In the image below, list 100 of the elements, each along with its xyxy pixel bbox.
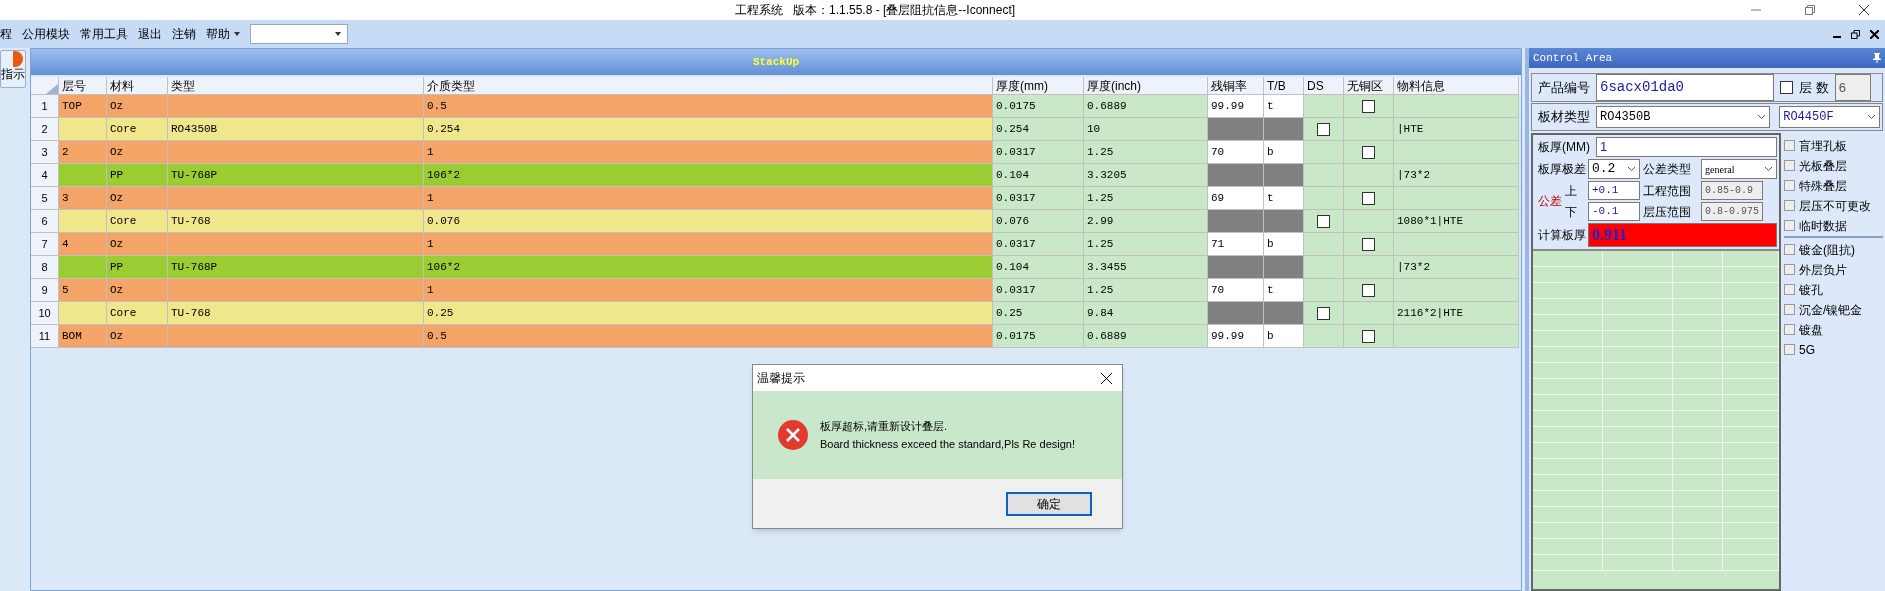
- disabled-cell: [1208, 118, 1264, 141]
- restore-icon[interactable]: [1851, 29, 1860, 39]
- checkbox-label: 外层负片: [1799, 261, 1847, 279]
- close-icon[interactable]: [1870, 29, 1879, 39]
- text-field[interactable]: 1: [1596, 137, 1777, 157]
- checkbox[interactable]: [1780, 81, 1793, 94]
- error-icon: [778, 420, 808, 450]
- row-number: 3: [31, 141, 59, 164]
- checkbox[interactable]: [1784, 264, 1795, 275]
- table-cell: BOM: [59, 325, 107, 348]
- checkbox[interactable]: [1784, 220, 1795, 231]
- menu-item[interactable]: 帮助: [206, 25, 240, 43]
- text-field[interactable]: -0.1: [1588, 202, 1640, 221]
- text-field[interactable]: 0.85-0.9: [1701, 181, 1763, 200]
- table-cell: TU-768P: [168, 164, 424, 187]
- row-number: 1: [31, 95, 59, 118]
- dialog-title: 温馨提示: [757, 370, 805, 387]
- checkbox[interactable]: [1362, 283, 1375, 297]
- checkbox-label: 盲埋孔板: [1799, 137, 1847, 155]
- hint-button[interactable]: 指示: [0, 50, 26, 88]
- text-field[interactable]: 0.8-0.975: [1701, 202, 1763, 221]
- checkbox[interactable]: [1362, 329, 1375, 343]
- checkbox[interactable]: [1317, 306, 1330, 320]
- menu-item[interactable]: 退出: [138, 25, 162, 43]
- table-cell: 0.254: [993, 118, 1084, 141]
- checkbox[interactable]: [1784, 180, 1795, 191]
- checkbox[interactable]: [1784, 304, 1795, 315]
- dropdown[interactable]: RO4450F: [1779, 106, 1880, 128]
- checkbox-label: 临时数据: [1799, 217, 1847, 235]
- menu-item[interactable]: 公用模块: [22, 25, 70, 43]
- table-cell: TU-768: [168, 302, 424, 325]
- field-label: 公差类型: [1643, 161, 1692, 178]
- checkbox[interactable]: [1317, 122, 1330, 136]
- field-label: 板厚极差: [1537, 161, 1585, 178]
- table-cell: 1: [424, 141, 993, 164]
- table-cell: 70: [1208, 279, 1264, 302]
- field-label: 计算板厚: [1537, 227, 1585, 244]
- row-number: 6: [31, 210, 59, 233]
- table-cell: 1.25: [1084, 233, 1208, 256]
- close-icon[interactable]: [1859, 5, 1869, 15]
- table-cell: PP: [107, 164, 168, 187]
- disabled-cell: [1208, 302, 1264, 325]
- field-label: 板厚(MM): [1537, 139, 1591, 156]
- row-number: 8: [31, 256, 59, 279]
- dropdown[interactable]: general: [1701, 159, 1777, 179]
- disabled-cell: [1208, 210, 1264, 233]
- table-cell: [59, 164, 107, 187]
- text-field[interactable]: +0.1: [1588, 181, 1640, 200]
- table-cell: [59, 210, 107, 233]
- table-cell: 2: [59, 141, 107, 164]
- dropdown[interactable]: RO4350B: [1596, 106, 1771, 128]
- checkbox-label: 特殊叠层: [1799, 177, 1847, 195]
- text-field[interactable]: 6sacx01da0: [1596, 74, 1774, 101]
- table-cell: 1080*1|HTE: [1394, 210, 1519, 233]
- disabled-cell: [1264, 256, 1304, 279]
- checkbox[interactable]: [1362, 191, 1375, 205]
- window-title: 工程系统 版本：1.1.55.8 - [叠层阻抗信息--Iconnect]: [735, 2, 1016, 19]
- table-cell: |73*2: [1394, 164, 1519, 187]
- ok-button[interactable]: 确定: [1006, 491, 1092, 516]
- table-cell: Oz: [107, 187, 168, 210]
- text-field[interactable]: 6: [1834, 74, 1871, 101]
- table-cell: 0.076: [993, 210, 1084, 233]
- table-cell: 5: [59, 279, 107, 302]
- chevron-down-icon: [1764, 166, 1773, 172]
- chevron-down-icon: [1867, 114, 1876, 120]
- checkbox[interactable]: [1362, 237, 1375, 251]
- menu-item[interactable]: 注销: [172, 25, 196, 43]
- checkbox[interactable]: [1317, 214, 1330, 228]
- disabled-cell: [1208, 256, 1264, 279]
- checkbox-label: 镀盘: [1799, 321, 1823, 339]
- checkbox[interactable]: [1784, 244, 1795, 255]
- close-icon[interactable]: [1101, 372, 1112, 384]
- checkbox[interactable]: [1784, 284, 1795, 295]
- table-cell: 0.254: [424, 118, 993, 141]
- checkbox[interactable]: [1362, 145, 1375, 159]
- table-cell: [59, 302, 107, 325]
- dropdown[interactable]: 0.2: [1588, 159, 1640, 179]
- table-cell: 69: [1208, 187, 1264, 210]
- field-label: 产品编号: [1537, 78, 1590, 97]
- field-label: 板材类型: [1537, 108, 1590, 127]
- table-cell: 1: [424, 187, 993, 210]
- pin-icon[interactable]: [1873, 53, 1881, 63]
- checkbox[interactable]: [1784, 140, 1795, 151]
- checkbox[interactable]: [1362, 99, 1375, 113]
- disabled-cell: [1264, 164, 1304, 187]
- table-cell: |73*2: [1394, 256, 1519, 279]
- checkbox[interactable]: [1784, 324, 1795, 335]
- checkbox-label: 镀金(阻抗): [1799, 241, 1855, 259]
- table-cell: |HTE: [1394, 118, 1519, 141]
- row-number: 4: [31, 164, 59, 187]
- checkbox[interactable]: [1784, 160, 1795, 171]
- table-cell: 3.3455: [1084, 256, 1208, 279]
- table-cell: 2116*2|HTE: [1394, 302, 1519, 325]
- checkbox[interactable]: [1784, 344, 1795, 355]
- menu-item[interactable]: 常用工具: [80, 25, 128, 43]
- row-number: 11: [31, 325, 59, 348]
- table-cell: t: [1264, 95, 1304, 118]
- menu-item[interactable]: 程: [0, 25, 12, 43]
- checkbox[interactable]: [1784, 200, 1795, 211]
- field-label: 下: [1565, 203, 1577, 221]
